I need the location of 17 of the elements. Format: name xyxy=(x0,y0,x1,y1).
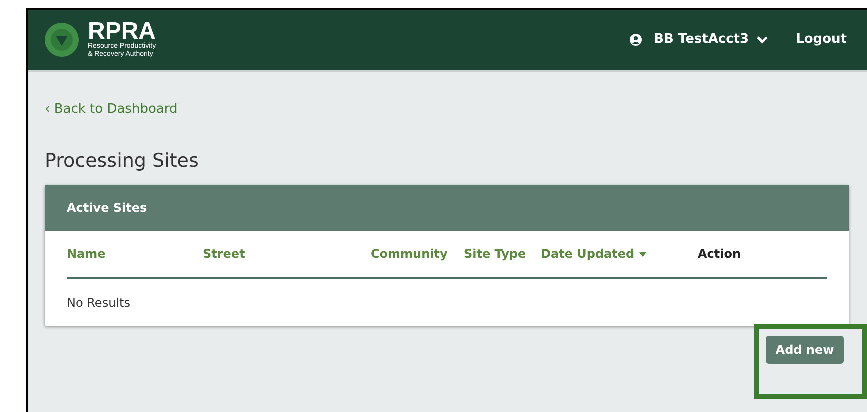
column-header[interactable]: Street xyxy=(203,245,246,263)
column-header[interactable]: Name xyxy=(67,245,106,263)
empty-message: No Results xyxy=(67,294,132,312)
logout-link[interactable]: Logout xyxy=(796,30,847,50)
column-header[interactable]: Community xyxy=(371,245,448,263)
sort-caret-icon xyxy=(638,252,647,256)
add-new-button[interactable]: Add new xyxy=(766,336,844,364)
chevron-down-icon xyxy=(757,36,768,44)
card-title: Active Sites xyxy=(67,200,148,217)
page-title: Processing Sites xyxy=(45,148,200,174)
column-header[interactable]: Site Type xyxy=(464,245,526,263)
user-avatar-icon xyxy=(630,34,642,46)
logo-title: RPRA xyxy=(88,21,156,43)
back-link[interactable]: ‹ Back to Dashboard xyxy=(45,100,178,120)
user-menu-button[interactable]: BB TestAcct3 xyxy=(654,30,768,50)
column-header[interactable]: Date Updated xyxy=(541,245,647,263)
column-header: Action xyxy=(698,246,742,263)
